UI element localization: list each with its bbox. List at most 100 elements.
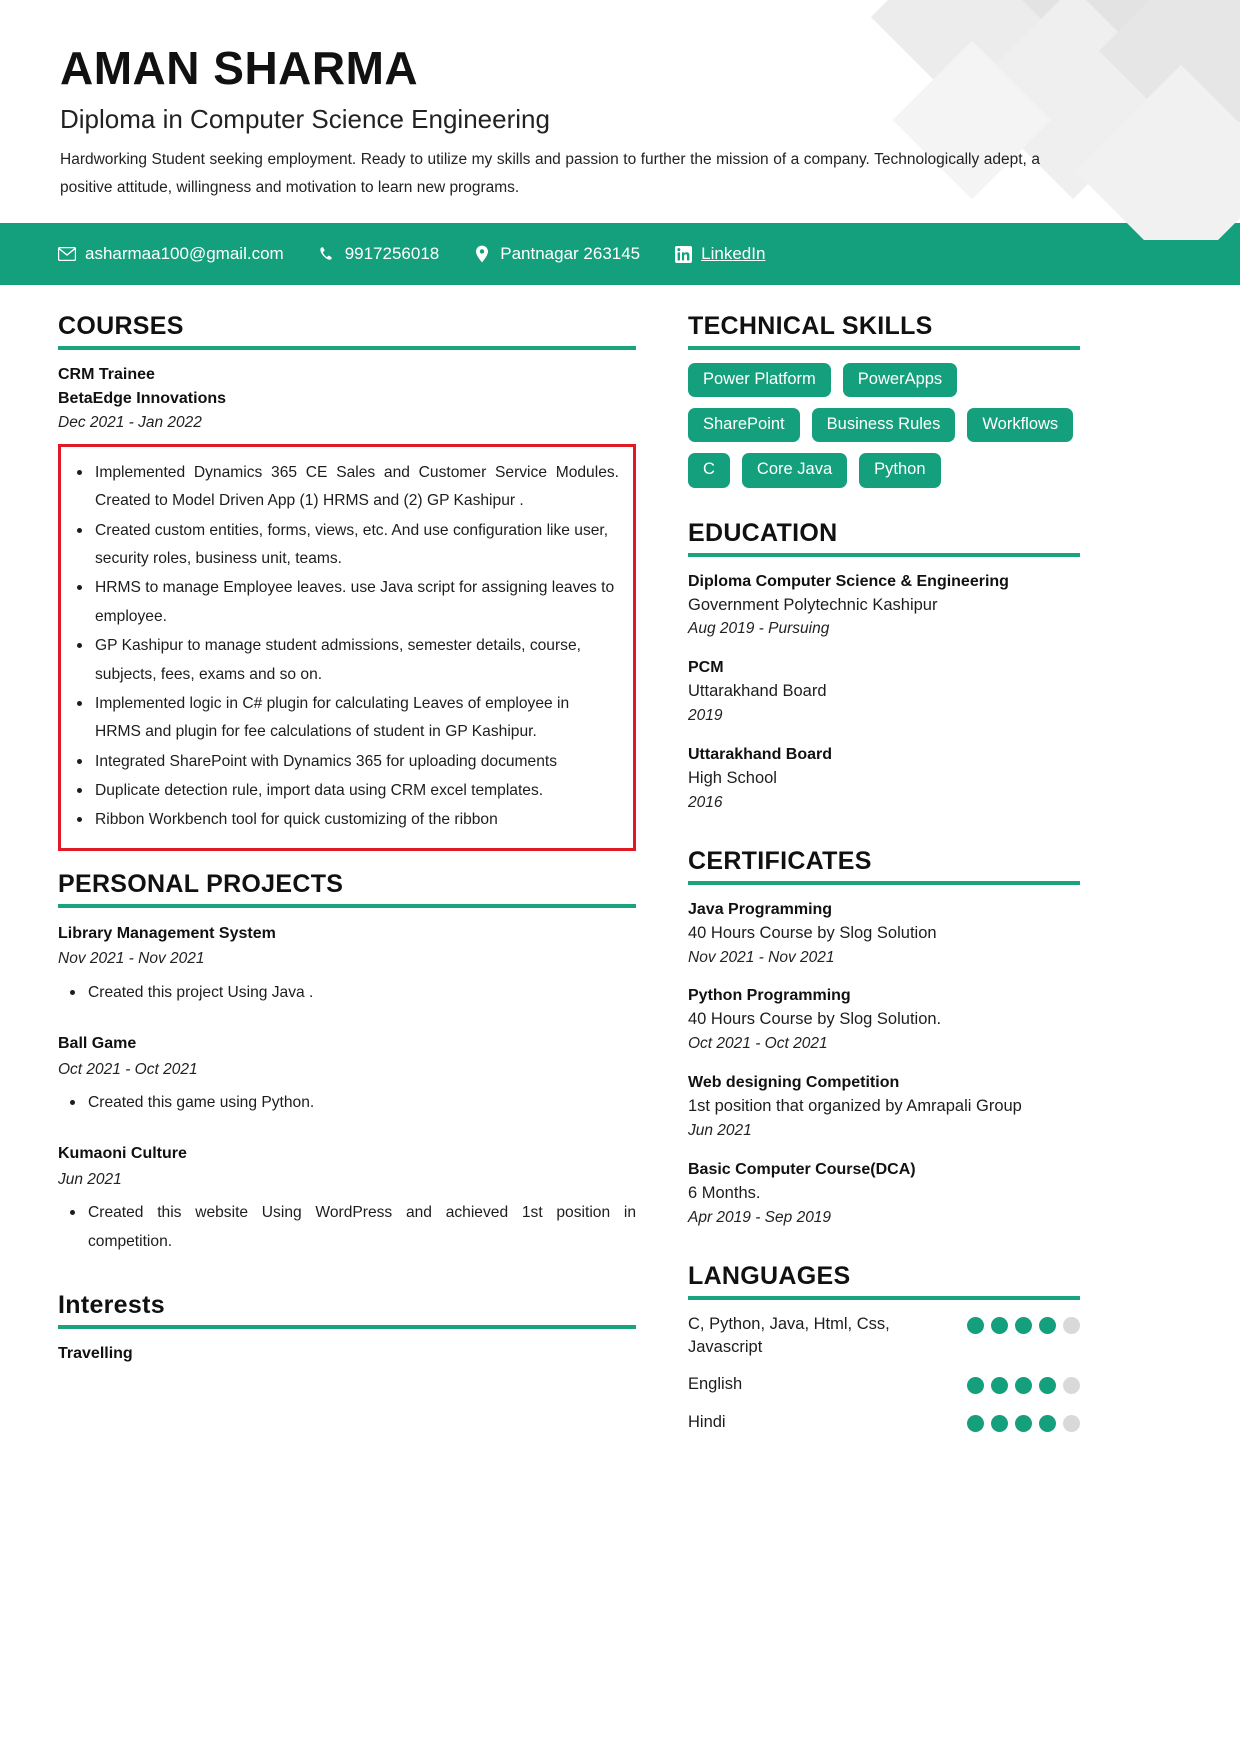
education-date: Aug 2019 - Pursuing bbox=[688, 620, 830, 638]
section-title-interests: Interests bbox=[58, 1291, 165, 1320]
section-courses: COURSES CRM Trainee BetaEdge Innovations… bbox=[58, 311, 636, 851]
rating-dot-filled bbox=[967, 1377, 984, 1395]
list-item: Created this game using Python. bbox=[58, 1089, 636, 1117]
certificate-detail: 40 Hours Course by Slog Solution. bbox=[688, 1010, 942, 1029]
contact-location[interactable]: Pantnagar 263145 bbox=[473, 244, 640, 264]
rating-dot-filled bbox=[1039, 1377, 1056, 1395]
course-company: BetaEdge Innovations bbox=[58, 390, 227, 408]
linkedin-icon bbox=[674, 245, 692, 263]
contact-linkedin-text[interactable]: LinkedIn bbox=[701, 244, 765, 264]
highlighted-bullets-box: Implemented Dynamics 365 CE Sales and Cu… bbox=[58, 443, 636, 851]
course-role: CRM Trainee bbox=[58, 366, 155, 384]
education-institution: Uttarakhand Board bbox=[688, 682, 827, 701]
project-name: Kumaoni Culture bbox=[58, 1145, 187, 1163]
skill-tag-list: Power Platform PowerApps SharePoint Busi… bbox=[688, 363, 1080, 488]
certificate-name: Web designing Competition bbox=[688, 1074, 900, 1092]
resume-page: AMAN SHARMA Diploma in Computer Science … bbox=[0, 0, 1240, 1755]
list-item: Duplicate detection rule, import data us… bbox=[65, 777, 619, 805]
education-degree: PCM bbox=[688, 659, 724, 677]
certificate-date: Oct 2021 - Oct 2021 bbox=[688, 1035, 828, 1053]
language-level-dots bbox=[967, 1373, 1080, 1395]
interest-item: Travelling bbox=[58, 1345, 133, 1363]
project-entry: Library Management System Nov 2021 - Nov… bbox=[58, 921, 636, 1007]
project-name: Library Management System bbox=[58, 924, 276, 942]
skill-tag: SharePoint bbox=[688, 408, 800, 443]
skill-tag: PowerApps bbox=[842, 363, 958, 398]
rating-dot-filled bbox=[1015, 1316, 1032, 1334]
list-item: Created this website Using WordPress and… bbox=[58, 1199, 636, 1256]
course-entry: CRM Trainee BetaEdge Innovations Dec 202… bbox=[58, 363, 636, 436]
contact-email-text: asharmaa100@gmail.com bbox=[85, 244, 284, 264]
project-bullet-list: Created this website Using WordPress and… bbox=[58, 1199, 636, 1256]
certificate-entry: Python Programming 40 Hours Course by Sl… bbox=[688, 984, 1080, 1057]
education-date: 2019 bbox=[688, 707, 723, 725]
certificate-name: Java Programming bbox=[688, 900, 833, 918]
rating-dot-filled bbox=[967, 1414, 984, 1432]
course-date: Dec 2021 - Jan 2022 bbox=[58, 414, 202, 432]
list-item: Integrated SharePoint with Dynamics 365 … bbox=[65, 748, 619, 776]
project-date: Jun 2021 bbox=[58, 1171, 122, 1189]
certificate-date: Nov 2021 - Nov 2021 bbox=[688, 948, 835, 966]
project-name: Ball Game bbox=[58, 1035, 137, 1053]
project-date: Nov 2021 - Nov 2021 bbox=[58, 950, 205, 968]
rating-dot-filled bbox=[1039, 1414, 1056, 1432]
education-institution: Government Polytechnic Kashipur bbox=[688, 595, 938, 614]
certificate-name: Basic Computer Course(DCA) bbox=[688, 1160, 916, 1178]
rating-dot-empty bbox=[1063, 1316, 1080, 1334]
section-rule bbox=[688, 1295, 1080, 1300]
rating-dot-filled bbox=[1039, 1316, 1056, 1334]
section-title-education: EDUCATION bbox=[688, 518, 838, 547]
language-level-dots bbox=[967, 1313, 1080, 1334]
education-institution: High School bbox=[688, 769, 777, 787]
section-title-certificates: CERTIFICATES bbox=[688, 846, 872, 875]
section-title-personal-projects: PERSONAL PROJECTS bbox=[58, 869, 344, 898]
contact-location-text: Pantnagar 263145 bbox=[500, 244, 641, 264]
rating-dot-filled bbox=[991, 1377, 1008, 1395]
rating-dot-filled bbox=[967, 1316, 984, 1334]
certificate-entry: Web designing Competition 1st position t… bbox=[688, 1071, 1080, 1144]
education-entry: Uttarakhand Board High School 2016 bbox=[688, 743, 1080, 816]
section-rule bbox=[58, 903, 636, 908]
phone-icon bbox=[318, 245, 336, 263]
section-title-courses: COURSES bbox=[58, 312, 184, 341]
rating-dot-filled bbox=[1015, 1377, 1032, 1395]
certificate-detail: 6 Months. bbox=[688, 1183, 761, 1202]
contact-email[interactable]: asharmaa100@gmail.com bbox=[58, 244, 284, 264]
candidate-summary: Hardworking Student seeking employment. … bbox=[60, 150, 1040, 196]
language-name: C, Python, Java, Html, Css, Javascript bbox=[688, 1314, 890, 1357]
rating-dot-filled bbox=[991, 1316, 1008, 1334]
language-level-dots bbox=[967, 1411, 1080, 1432]
section-languages: LANGUAGES C, Python, Java, Html, Css, Ja… bbox=[688, 1261, 1080, 1435]
section-certificates: CERTIFICATES Java Programming 40 Hours C… bbox=[688, 846, 1080, 1231]
contact-bar: asharmaa100@gmail.com 9917256018 Pantnag… bbox=[0, 223, 1240, 286]
contact-phone[interactable]: 9917256018 bbox=[318, 244, 440, 264]
certificate-entry: Java Programming 40 Hours Course by Slog… bbox=[688, 898, 1080, 971]
education-date: 2016 bbox=[688, 793, 723, 811]
language-row: C, Python, Java, Html, Css, Javascript bbox=[688, 1313, 1080, 1360]
section-personal-projects: PERSONAL PROJECTS Library Management Sys… bbox=[58, 869, 636, 1256]
language-row: English bbox=[688, 1373, 1080, 1396]
section-title-technical-skills: TECHNICAL SKILLS bbox=[688, 312, 933, 341]
rating-dot-filled bbox=[1015, 1414, 1032, 1432]
project-bullet-list: Created this project Using Java . bbox=[58, 979, 636, 1007]
contact-linkedin[interactable]: LinkedIn bbox=[674, 244, 765, 264]
course-bullet-list: Implemented Dynamics 365 CE Sales and Cu… bbox=[65, 459, 619, 835]
skill-tag: Python bbox=[859, 453, 941, 488]
education-degree: Uttarakhand Board bbox=[688, 746, 833, 763]
skill-tag: C bbox=[688, 453, 730, 488]
rating-dot-filled bbox=[991, 1414, 1008, 1432]
contact-phone-text: 9917256018 bbox=[344, 244, 440, 264]
project-entry: Kumaoni Culture Jun 2021 Created this we… bbox=[58, 1141, 636, 1256]
rating-dot-empty bbox=[1063, 1414, 1080, 1432]
rating-dot-empty bbox=[1063, 1377, 1080, 1395]
section-rule bbox=[688, 880, 1080, 885]
envelope-icon bbox=[58, 245, 76, 263]
section-education: EDUCATION Diploma Computer Science & Eng… bbox=[688, 518, 1080, 816]
section-rule bbox=[58, 1325, 636, 1330]
certificate-date: Jun 2021 bbox=[688, 1122, 752, 1140]
language-name: Hindi bbox=[688, 1412, 726, 1431]
resume-header: AMAN SHARMA Diploma in Computer Science … bbox=[0, 0, 1240, 201]
section-rule bbox=[688, 346, 1080, 351]
section-rule bbox=[58, 346, 636, 351]
map-pin-icon bbox=[473, 245, 491, 263]
